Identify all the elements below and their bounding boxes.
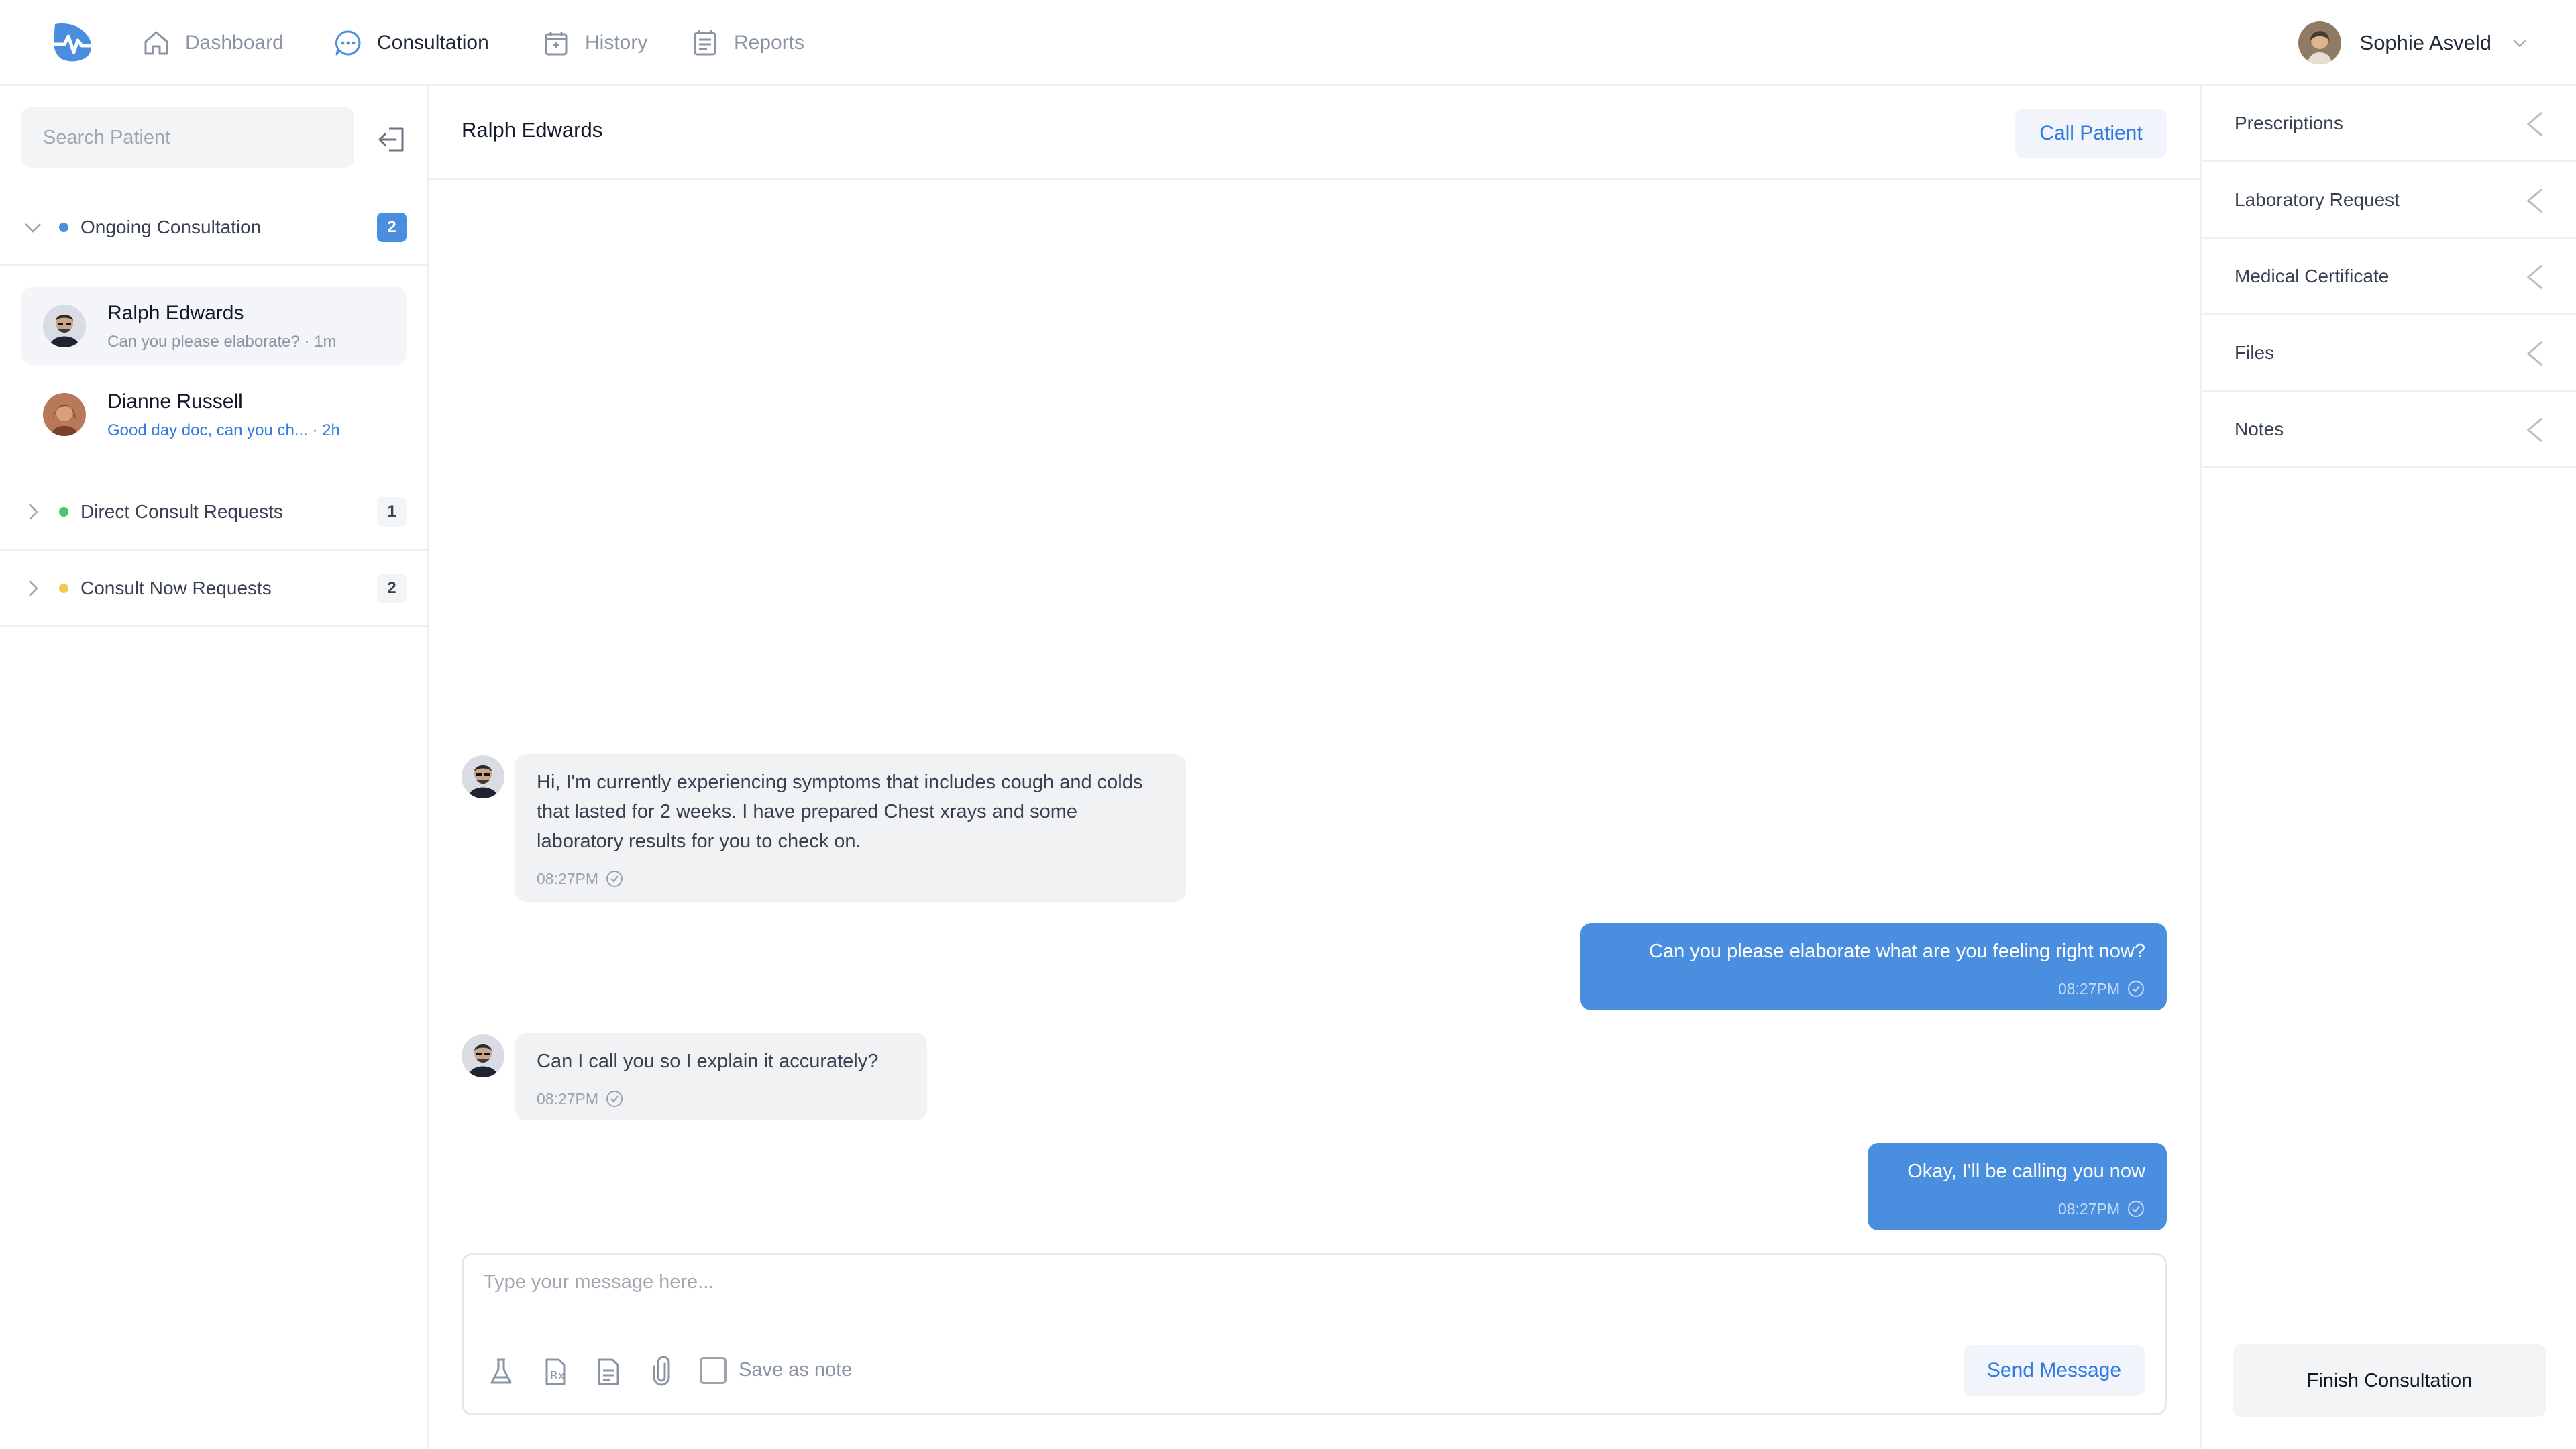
section-consult-now-requests[interactable]: Consult Now Requests 2 [0, 551, 427, 627]
panel-item-label: Medical Certificate [2235, 266, 2390, 286]
chevron-left-icon [2526, 111, 2542, 137]
patient-sidebar: Ongoing Consultation 2 Ralph Edwards Can… [0, 86, 429, 1449]
message-time: 08:27PM [2057, 1200, 2120, 1218]
nav-history[interactable]: History [541, 23, 647, 63]
message-bubble-incoming: Can I call you so I explain it accuratel… [515, 1033, 927, 1120]
count-badge: 2 [377, 574, 407, 603]
svg-text:Rx: Rx [550, 1369, 565, 1383]
home-icon [144, 31, 168, 55]
sign-out-icon[interactable] [376, 125, 408, 154]
message-time: 08:27PM [537, 1090, 599, 1108]
message-text: Okay, I'll be calling you now [1907, 1161, 2145, 1182]
chevron-left-icon [2526, 188, 2542, 213]
chevron-right-icon [29, 504, 38, 520]
folder-history-icon [545, 32, 568, 56]
conversation-preview: Good day doc, can you ch... · 2h [107, 421, 340, 439]
chevron-down-icon [2513, 40, 2526, 48]
panel-item-files[interactable]: Files [2202, 315, 2576, 392]
message-input[interactable] [484, 1271, 2134, 1325]
chevron-left-icon [2526, 417, 2542, 443]
conversation-preview: Can you please elaborate? · 1m [107, 333, 337, 351]
status-dot [59, 223, 68, 232]
chat-header: Ralph Edwards Call Patient [429, 86, 2200, 180]
panel-item-label: Notes [2235, 419, 2284, 439]
section-direct-consult-requests[interactable]: Direct Consult Requests 1 [0, 475, 427, 551]
message-meta: 08:27PM [537, 864, 1165, 894]
panel-item-prescriptions[interactable]: Prescriptions [2202, 86, 2576, 162]
chevron-left-icon [2526, 264, 2542, 290]
count-badge: 1 [377, 497, 407, 527]
user-avatar [2298, 21, 2341, 64]
chat-patient-name: Ralph Edwards [462, 118, 603, 142]
panel-item-medical-certificate[interactable]: Medical Certificate [2202, 239, 2576, 315]
chat-bubble-icon [335, 30, 361, 56]
chevron-down-icon [25, 223, 41, 233]
check-circle-icon [2128, 981, 2144, 997]
conversation-name: Ralph Edwards [107, 302, 244, 324]
status-dot [59, 584, 68, 593]
call-patient-button[interactable]: Call Patient [2015, 109, 2167, 158]
status-dot [59, 507, 68, 517]
check-circle-icon [606, 1091, 623, 1107]
message-text: Hi, I'm currently experiencing symptoms … [537, 771, 1143, 852]
nav-consultation[interactable]: Consultation [333, 23, 489, 63]
patient-avatar [43, 305, 86, 347]
check-circle-icon [2128, 1201, 2144, 1217]
section-label: Consult Now Requests [80, 578, 272, 598]
message-text: Can I call you so I explain it accuratel… [537, 1051, 879, 1072]
prescription-icon[interactable]: Rx [537, 1354, 572, 1389]
document-icon[interactable] [591, 1354, 626, 1389]
user-name: Sophie Asveld [2359, 31, 2491, 54]
message-bubble-incoming: Hi, I'm currently experiencing symptoms … [515, 754, 1186, 902]
save-as-note-checkbox[interactable] [700, 1357, 727, 1384]
nav-reports-label: Reports [734, 32, 805, 54]
patient-avatar [462, 1034, 504, 1077]
section-ongoing-consultation[interactable]: Ongoing Consultation 2 [0, 191, 427, 266]
nav-consultation-label: Consultation [377, 32, 489, 54]
user-menu[interactable]: Sophie Asveld [2298, 20, 2529, 66]
report-icon [694, 30, 716, 56]
section-label: Ongoing Consultation [80, 217, 262, 237]
conversation-item[interactable]: Dianne Russell Good day doc, can you ch.… [21, 376, 407, 453]
section-label: Direct Consult Requests [80, 501, 283, 522]
message-meta: 08:27PM [537, 1084, 906, 1114]
message-bubble-outgoing: Okay, I'll be calling you now 08:27PM [1868, 1143, 2167, 1230]
conversation-name: Dianne Russell [107, 390, 243, 413]
conversation-item[interactable]: Ralph Edwards Can you please elaborate? … [21, 287, 407, 365]
panel-item-label: Prescriptions [2235, 113, 2343, 133]
top-navigation-bar: Dashboard Consultation History Reports S… [0, 0, 2576, 86]
search-patient-input[interactable] [21, 107, 354, 168]
heartbeat-logo-icon[interactable] [49, 20, 99, 64]
panel-item-notes[interactable]: Notes [2202, 392, 2576, 468]
panel-item-laboratory-request[interactable]: Laboratory Request [2202, 162, 2576, 239]
message-meta: 08:27PM [1889, 1194, 2145, 1224]
message-time: 08:27PM [537, 870, 599, 888]
chevron-right-icon [29, 580, 38, 596]
patient-avatar [43, 393, 86, 436]
send-message-button[interactable]: Send Message [1964, 1345, 2145, 1396]
save-as-note-label: Save as note [739, 1359, 853, 1381]
flask-icon[interactable] [484, 1354, 519, 1389]
nav-dashboard-label: Dashboard [185, 32, 284, 54]
message-bubble-outgoing: Can you please elaborate what are you fe… [1580, 923, 2167, 1010]
message-meta: 08:27PM [1602, 974, 2145, 1004]
panel-item-label: Laboratory Request [2235, 189, 2400, 210]
finish-consultation-button[interactable]: Finish Consultation [2233, 1344, 2546, 1417]
nav-reports[interactable]: Reports [690, 23, 804, 63]
nav-history-label: History [585, 32, 648, 54]
check-circle-icon [606, 871, 623, 887]
message-text: Can you please elaborate what are you fe… [1649, 941, 2145, 962]
paperclip-icon[interactable] [645, 1354, 680, 1389]
message-composer: Rx Save as note Send Message [462, 1253, 2167, 1415]
panel-item-label: Files [2235, 342, 2275, 363]
chevron-left-icon [2526, 341, 2542, 366]
nav-dashboard[interactable]: Dashboard [141, 23, 284, 63]
message-time: 08:27PM [2057, 980, 2120, 998]
patient-avatar [462, 755, 504, 798]
count-badge: 2 [377, 213, 407, 242]
consultation-tools-panel: Prescriptions Laboratory Request Medical… [2200, 86, 2576, 1449]
